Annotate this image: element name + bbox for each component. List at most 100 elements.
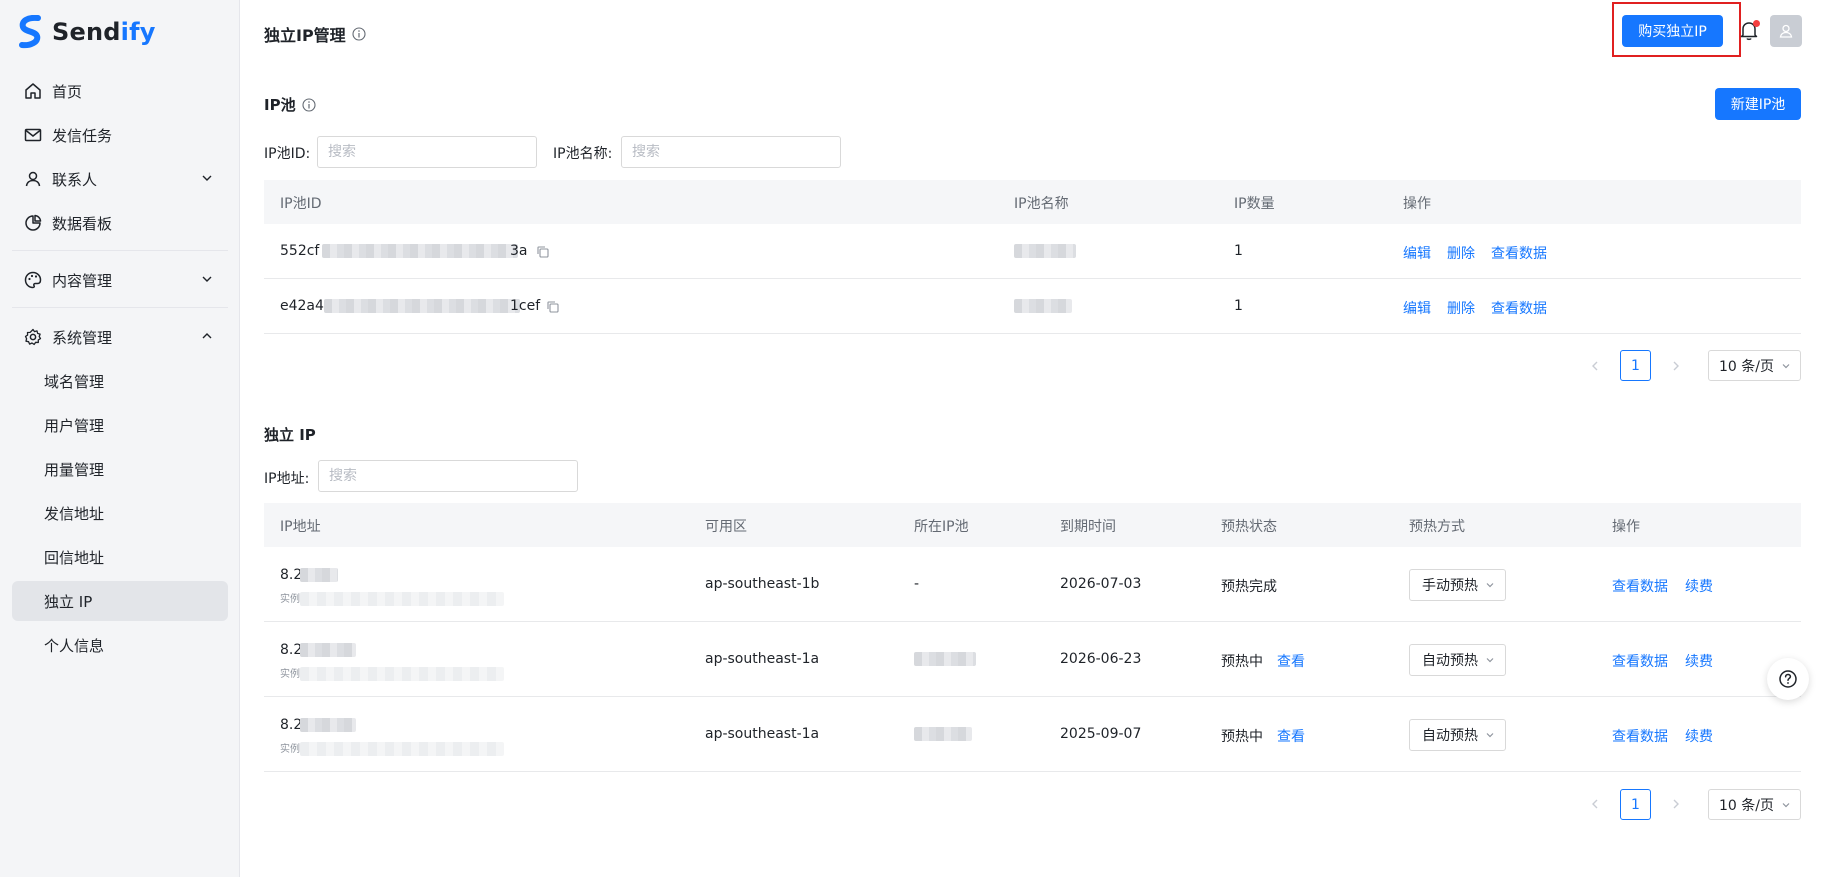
instance-id-prefix: 实例 (280, 744, 300, 755)
ip-pool-table-header: IP池ID IP池名称 IP数量 操作 (264, 180, 1801, 224)
copy-icon[interactable] (536, 245, 550, 259)
view-data-link[interactable]: 查看数据 (1612, 576, 1668, 596)
page-size-value: 10 条/页 (1719, 797, 1774, 814)
view-warmup-link[interactable]: 查看 (1277, 651, 1305, 671)
sidebar-item-label: 独立 IP (44, 592, 93, 611)
buy-dedicated-ip-button[interactable]: 购买独立IP (1622, 15, 1723, 47)
sidebar-item-sender-addresses[interactable]: 发信地址 (12, 493, 228, 533)
warmup-mode-select[interactable]: 手动预热 (1409, 569, 1506, 601)
column-header: 预热状态 (1221, 519, 1277, 535)
sidebar-item-profile[interactable]: 个人信息 (12, 625, 228, 665)
sidebar-item-label: 系统管理 (52, 328, 113, 347)
next-page-icon[interactable] (1668, 358, 1684, 374)
view-data-link[interactable]: 查看数据 (1612, 726, 1668, 746)
view-data-link[interactable]: 查看数据 (1491, 243, 1547, 263)
column-header: IP池名称 (1014, 196, 1069, 212)
sidebar-item-label: 发信任务 (52, 126, 113, 145)
pool-id-suffix: 3a (510, 243, 528, 259)
warmup-mode-value: 自动预热 (1422, 728, 1478, 744)
info-icon[interactable] (352, 27, 366, 41)
sidebar-item-reply-addresses[interactable]: 回信地址 (12, 537, 228, 577)
sidebar-item-home[interactable]: 首页 (12, 71, 228, 111)
pool-name-search-input[interactable] (621, 136, 841, 168)
avatar[interactable] (1770, 15, 1802, 47)
column-header: 操作 (1612, 519, 1640, 535)
mail-icon (22, 124, 44, 146)
page-number-button[interactable]: 1 (1620, 350, 1651, 381)
notification-dot (1753, 20, 1760, 27)
logo[interactable]: Sendify (18, 14, 156, 50)
edit-link[interactable]: 编辑 (1403, 298, 1431, 318)
warmup-status: 预热中 (1221, 654, 1263, 670)
expire-date: 2026-07-03 (1060, 576, 1142, 592)
delete-link[interactable]: 删除 (1447, 243, 1475, 263)
ip-pool-value: - (914, 576, 920, 592)
chevron-up-icon (202, 333, 212, 339)
sidebar-item-usage[interactable]: 用量管理 (12, 449, 228, 489)
chevron-down-icon (202, 276, 212, 282)
sidebar-divider (12, 250, 228, 251)
page-title-text: 独立IP管理 (264, 26, 346, 45)
expire-date: 2026-06-23 (1060, 651, 1142, 667)
sidebar-item-label: 用量管理 (44, 460, 105, 479)
info-icon[interactable] (302, 97, 316, 112)
pool-id-search-input[interactable] (317, 136, 537, 168)
sidebar-item-label: 个人信息 (44, 636, 105, 655)
redacted-ip (300, 568, 338, 582)
palette-icon (22, 269, 44, 291)
availability-zone: ap-southeast-1a (705, 726, 820, 742)
view-data-link[interactable]: 查看数据 (1612, 651, 1668, 671)
instance-id-prefix: 实例 (280, 669, 300, 680)
column-header: IP数量 (1234, 196, 1275, 212)
page-size-select[interactable]: 10 条/页 (1708, 789, 1801, 820)
sidebar-item-system[interactable]: 系统管理 (12, 317, 228, 357)
redacted-ip (300, 643, 356, 657)
sidebar-item-content[interactable]: 内容管理 (12, 260, 228, 300)
sidebar-item-send-tasks[interactable]: 发信任务 (12, 115, 228, 155)
sidebar-item-contacts[interactable]: 联系人 (12, 159, 228, 199)
help-button[interactable] (1767, 658, 1809, 700)
chevron-down-icon (202, 175, 212, 181)
sidebar-item-label: 数据看板 (52, 214, 113, 233)
pool-id-prefix: 552cf (280, 243, 320, 259)
prev-page-icon[interactable] (1587, 796, 1603, 812)
sidebar-item-users[interactable]: 用户管理 (12, 405, 228, 445)
chevron-down-icon (1782, 803, 1790, 808)
new-ip-pool-button[interactable]: 新建IP池 (1715, 88, 1801, 120)
renew-link[interactable]: 续费 (1685, 576, 1713, 596)
user-avatar-icon (1779, 24, 1793, 38)
ip-address-search-input[interactable] (318, 460, 578, 492)
sidebar-item-dashboard[interactable]: 数据看板 (12, 203, 228, 243)
ip-pool-section-title: IP池 (264, 94, 316, 115)
table-row: e42a4 1cef 1 编辑 删除 查看数据 (264, 279, 1801, 334)
sidebar-item-dedicated-ip[interactable]: 独立 IP (12, 581, 228, 621)
next-page-icon[interactable] (1668, 796, 1684, 812)
view-data-link[interactable]: 查看数据 (1491, 298, 1547, 318)
view-warmup-link[interactable]: 查看 (1277, 726, 1305, 746)
column-header: 操作 (1403, 196, 1431, 212)
prev-page-icon[interactable] (1587, 358, 1603, 374)
warmup-mode-select[interactable]: 自动预热 (1409, 719, 1506, 751)
ip-address-filter-label: IP地址: (264, 471, 310, 487)
page-size-select[interactable]: 10 条/页 (1708, 350, 1801, 381)
ip-address-prefix: 8.2 (280, 567, 303, 583)
redacted-ip-pool (914, 727, 972, 741)
copy-icon[interactable] (546, 300, 560, 314)
page-size-value: 10 条/页 (1719, 358, 1774, 375)
warmup-mode-value: 手动预热 (1422, 578, 1478, 594)
warmup-mode-select[interactable]: 自动预热 (1409, 644, 1506, 676)
column-header: IP地址 (280, 519, 321, 535)
delete-link[interactable]: 删除 (1447, 298, 1475, 318)
user-icon (22, 168, 44, 190)
renew-link[interactable]: 续费 (1685, 651, 1713, 671)
page-number-button[interactable]: 1 (1620, 789, 1651, 820)
sidebar-item-domains[interactable]: 域名管理 (12, 361, 228, 401)
table-row: 8.2 实例 ap-southeast-1a 2025-09-07 预热中 查看… (264, 697, 1801, 772)
edit-link[interactable]: 编辑 (1403, 243, 1431, 263)
redacted-ip (300, 718, 356, 732)
pool-id-prefix: e42a4 (280, 298, 324, 314)
ip-count: 1 (1234, 298, 1243, 314)
chevron-down-icon (1782, 364, 1790, 369)
ip-address-prefix: 8.2 (280, 717, 303, 733)
renew-link[interactable]: 续费 (1685, 726, 1713, 746)
